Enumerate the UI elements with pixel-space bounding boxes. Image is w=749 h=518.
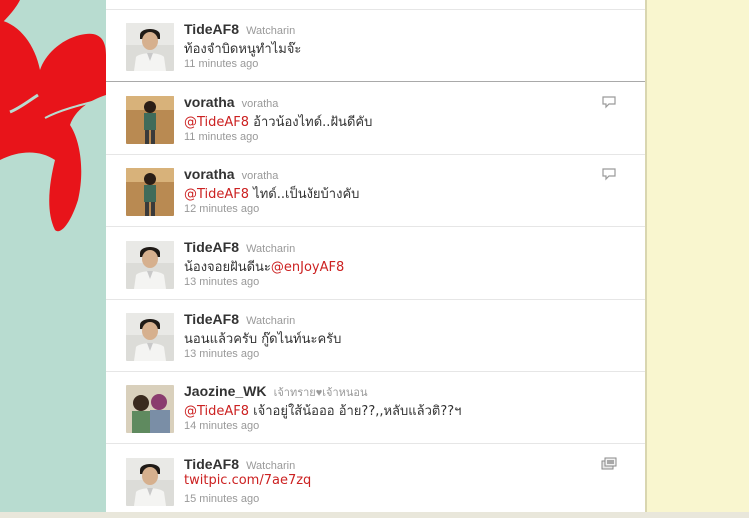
avatar[interactable] xyxy=(126,168,174,216)
screen-name-link[interactable]: voratha xyxy=(184,166,235,182)
timestamp-link[interactable]: 13 minutes ago xyxy=(184,276,259,288)
mention-link[interactable]: @TideAF8 xyxy=(184,187,249,202)
url-link[interactable]: twitpic.com/7ae7zq xyxy=(184,473,311,488)
tweet-text-segment: ท้องจำบิดหนูทำไมจ๊ะ xyxy=(184,42,302,57)
tweet-text-segment: ไทด์..เป็นงัยบ้างคับ xyxy=(249,187,360,202)
butterfly-decoration xyxy=(0,0,106,232)
tweet-meta: voratha voratha xyxy=(184,92,278,111)
avatar[interactable] xyxy=(126,241,174,289)
tweet-item: Jaozine_WK เจ้าทราย♥เจ้าหนอน @TideAF8 เจ้… xyxy=(106,372,645,444)
full-name: Watcharin xyxy=(246,25,296,37)
tweet-item: voratha voratha @TideAF8 อ้าวน้องไทด์..ฝั… xyxy=(106,83,645,155)
timestamp-link[interactable]: 11 minutes ago xyxy=(184,131,258,143)
tweet-item: TideAF8 Watcharin ท้องจำบิดหนูทำไมจ๊ะ 11 m… xyxy=(106,10,645,82)
tweet-text-segment: เจ้าอยู่ใส้น้อออ อ้าย??,,หลับแล้วติ??ฯ xyxy=(249,404,462,419)
tweet-text-segment: นอนแล้วครับ กู๊ดไนท์นะครับ xyxy=(184,332,342,347)
tweet-meta: TideAF8 Watcharin xyxy=(184,309,295,328)
timestamp-link[interactable]: 14 minutes ago xyxy=(184,420,259,432)
tweet-text: ท้องจำบิดหนูทำไมจ๊ะ xyxy=(184,38,301,59)
media-icon[interactable] xyxy=(601,456,617,470)
full-name: Watcharin xyxy=(246,460,296,472)
tweet-text: น้องจอยฝันดีนะ@enJoyAF8 xyxy=(184,256,344,277)
timestamp-link[interactable]: 13 minutes ago xyxy=(184,348,259,360)
mention-link[interactable]: @TideAF8 xyxy=(184,404,249,419)
tweet-item: voratha voratha @TideAF8 ไทด์..เป็นงัยบ้า… xyxy=(106,155,645,227)
screen-name-link[interactable]: TideAF8 xyxy=(184,21,239,37)
tweet-text: @TideAF8 เจ้าอยู่ใส้น้อออ อ้าย??,,หลับแล… xyxy=(184,400,461,421)
timestamp-link[interactable]: 15 minutes ago xyxy=(184,493,259,505)
right-sidebar xyxy=(647,0,749,518)
tweet-text: นอนแล้วครับ กู๊ดไนท์นะครับ xyxy=(184,328,341,349)
timestamp-link[interactable]: 11 minutes ago xyxy=(184,58,258,70)
reply-icon[interactable] xyxy=(601,166,617,181)
screen-name-link[interactable]: Jaozine_WK xyxy=(184,383,266,399)
full-name: เจ้าทราย♥เจ้าหนอน xyxy=(273,387,368,399)
bottom-bar xyxy=(0,512,749,518)
tweet-text-segment: อ้าวน้องไทด์..ฝันดีคับ xyxy=(249,115,373,130)
mention-link[interactable]: @TideAF8 xyxy=(184,115,249,130)
tweet-meta: voratha voratha xyxy=(184,164,278,183)
tweet-text: @TideAF8 อ้าวน้องไทด์..ฝันดีคับ xyxy=(184,111,372,132)
tweet-item: TideAF8 Watcharin น้องจอยฝันดีนะ@enJoyAF8… xyxy=(106,228,645,300)
screen-name-link[interactable]: TideAF8 xyxy=(184,456,239,472)
tweet-text-segment: น้องจอยฝันดีนะ xyxy=(184,260,271,275)
tweet-meta: TideAF8 Watcharin xyxy=(184,454,295,473)
screen-name-link[interactable]: voratha xyxy=(184,94,235,110)
timeline: TideAF8 Watcharin ท้องจำบิดหนูทำไมจ๊ะ 11 m… xyxy=(106,0,645,512)
full-name: voratha xyxy=(241,170,279,182)
avatar[interactable] xyxy=(126,23,174,71)
tweet-meta: Jaozine_WK เจ้าทราย♥เจ้าหนอน xyxy=(184,381,368,401)
avatar[interactable] xyxy=(126,96,174,144)
timestamp-link[interactable]: 12 minutes ago xyxy=(184,203,259,215)
avatar[interactable] xyxy=(126,313,174,361)
tweet-meta: TideAF8 Watcharin xyxy=(184,237,295,256)
full-name: Watcharin xyxy=(246,243,296,255)
tweet-text: twitpic.com/7ae7zq xyxy=(184,473,311,488)
tweet-text: @TideAF8 ไทด์..เป็นงัยบ้างคับ xyxy=(184,183,359,204)
avatar[interactable] xyxy=(126,458,174,506)
full-name: Watcharin xyxy=(246,315,296,327)
screen-name-link[interactable]: TideAF8 xyxy=(184,311,239,327)
tweet-meta: TideAF8 Watcharin xyxy=(184,19,295,38)
reply-icon[interactable] xyxy=(601,94,617,109)
full-name: voratha xyxy=(241,98,279,110)
avatar[interactable] xyxy=(126,385,174,433)
screen-name-link[interactable]: TideAF8 xyxy=(184,239,239,255)
tweet-item: TideAF8 Watcharin twitpic.com/7ae7zq 15 mi… xyxy=(106,445,645,512)
tweet-item: TideAF8 Watcharin นอนแล้วครับ กู๊ดไนท์นะค… xyxy=(106,300,645,372)
mention-link[interactable]: @enJoyAF8 xyxy=(271,260,344,275)
